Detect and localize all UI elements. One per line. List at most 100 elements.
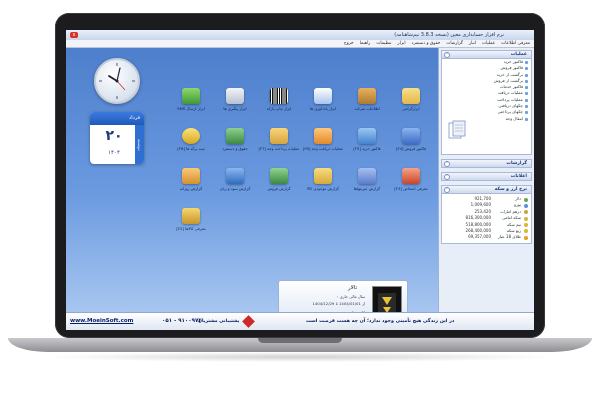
menu-item[interactable]: حقوق و دستمزد	[412, 41, 441, 46]
profit-report-icon	[226, 168, 244, 184]
desktop-shortcut[interactable]: فاکتور فروش [F4]	[390, 128, 432, 162]
payroll-icon	[226, 128, 244, 144]
people-icon	[402, 168, 420, 184]
shortcut-label: اطلاعات شرکت	[354, 106, 380, 111]
menu-item[interactable]: تنظیمات	[376, 41, 391, 46]
documents-icon	[448, 120, 466, 139]
shortcut-label: گزارش چیزمهاها	[353, 186, 381, 191]
desktop-shortcut[interactable]: گزارش موجودی کالا	[302, 168, 344, 202]
coins-icon	[182, 128, 200, 144]
menu-item[interactable]: معرفی اطلاعات	[501, 41, 530, 46]
price-name: طلای 18 عیار	[497, 234, 521, 240]
desktop-shortcut[interactable]: گزارش روزانه	[170, 168, 212, 202]
desktop-shortcut[interactable]: ابزار پیگیری ها	[214, 88, 256, 122]
calendar-year: ۱۴۰۴	[108, 150, 120, 156]
dirham-icon	[524, 210, 528, 215]
app-window: x نرم افزار حسابداری معین (نسخه 3.8.3 نی…	[66, 30, 534, 330]
receive-cash-icon	[314, 128, 332, 144]
shortcut-label: گزارش فروش	[267, 186, 291, 191]
laptop-notch	[258, 338, 342, 343]
operations-title: عملیات	[510, 52, 527, 57]
desktop-shortcut[interactable]: ابزار ارسال SMS	[170, 88, 212, 122]
desktop-shortcut[interactable]: ثبت برگه ها [F8]	[170, 128, 212, 162]
purchase-invoice-icon	[358, 128, 376, 144]
euro-icon	[524, 203, 528, 208]
menu-item[interactable]: انبار	[469, 41, 476, 46]
shortcut-label: گزارش موجودی کالا	[307, 186, 339, 191]
inventory-report-icon	[314, 168, 332, 184]
shortcut-label: عملیات پرداخت وجه [F7]	[258, 146, 300, 151]
desktop-shortcut[interactable]: ابزار چاپ بارکد	[258, 88, 300, 122]
desktop-shortcut[interactable]: معرفی اشخاص [F3]	[390, 168, 432, 202]
reminder-icon	[314, 88, 332, 104]
shortcut-label: ابزار چاپ بارکد	[266, 106, 292, 111]
price-row: طلای 18 عیار 69,357,000	[442, 234, 531, 240]
collapse-icon[interactable]: ˄	[444, 52, 450, 58]
collapse-icon[interactable]: ˄	[444, 187, 450, 193]
shortcut-label: گزارش روزانه	[179, 186, 203, 191]
menu-item[interactable]: ابزار	[398, 41, 406, 46]
products-icon	[182, 208, 200, 224]
right-sidebar: عملیات ˄ فاکتور خرید فاکتور فروش برگشت ا…	[438, 48, 534, 312]
title-bar: x نرم افزار حسابداری معین (نسخه 3.8.3 نی…	[66, 30, 534, 40]
desktop-shortcut[interactable]: ابزارگرامی	[390, 88, 432, 122]
desktop-shortcut[interactable]: ابزار یادداوری ها	[302, 88, 344, 122]
stamp-icon	[358, 88, 376, 104]
dollar-icon	[524, 197, 528, 202]
gold-icon	[524, 235, 528, 240]
calendar-widget: فرداد دوشنبه ۲۰ ۱۴۰۴	[90, 112, 144, 164]
close-button[interactable]: x	[70, 32, 78, 38]
coin-icon	[524, 223, 528, 228]
expand-icon[interactable]: ˅	[444, 161, 450, 167]
shortcut-label: معرفی کالاها [F2]	[176, 226, 206, 231]
desktop-shortcut[interactable]: گزارش فروش	[258, 168, 300, 202]
support-label: پشتیبانی مشتریان	[198, 318, 240, 324]
reports-panel-header[interactable]: گزارشات ˅	[441, 159, 532, 168]
shortcut-label: معرفی اشخاص [F3]	[394, 186, 428, 191]
notes-panel-header[interactable]: اعلانات ˅	[441, 172, 532, 181]
date-to: 1404/12/29	[312, 301, 335, 306]
from-label: از	[362, 301, 365, 306]
date-range: از 1404/01/01 تا 1404/12/29	[312, 301, 365, 306]
shortcut-label: ثبت برگه ها [F8]	[177, 146, 205, 151]
desktop-shortcut[interactable]: حقوق و دستمزد	[214, 128, 256, 162]
website-link[interactable]: www.MoeinSoft.com	[70, 318, 133, 324]
date-from: 1404/01/01	[339, 301, 361, 306]
desktop-shortcut[interactable]: عملیات دریافت وجه [F6]	[302, 128, 344, 162]
price-value: 69,357,000	[468, 234, 491, 240]
shortcut-label: ابزار ارسال SMS	[177, 106, 205, 111]
reports-title: گزارشات	[506, 161, 527, 166]
menu-item[interactable]: راهنما	[360, 41, 371, 46]
prices-panel-header[interactable]: نرخ ارز و سکه ˄	[441, 185, 532, 194]
desktop-shortcut[interactable]: عملیات پرداخت وجه [F7]	[258, 128, 300, 162]
calendar-weekday: دوشنبه	[135, 125, 144, 164]
window-title: نرم افزار حسابداری معین (نسخه 3.8.3 نیم‌…	[394, 32, 504, 38]
desktop-shortcut[interactable]: گزارش چیزمهاها	[346, 168, 388, 202]
operations-panel: فاکتور خرید فاکتور فروش برگشت از خرید بر…	[441, 59, 532, 155]
sms-icon	[182, 88, 200, 104]
shortcut-label: ابزار پیگیری ها	[223, 106, 247, 111]
desktop-shortcut[interactable]: اطلاعات شرکت	[346, 88, 388, 122]
cabinet-icon	[226, 88, 244, 104]
menu-item[interactable]: خروج	[344, 41, 354, 46]
menu-item[interactable]: گزارشات	[446, 41, 463, 46]
fiscal-year-label: سال مالی جاری :	[337, 294, 365, 299]
desktop-shortcut[interactable]: فاکتور خرید [F5]	[346, 128, 388, 162]
shortcut-label: فاکتور فروش [F4]	[395, 146, 427, 151]
prices-title: نرخ ارز و سکه	[494, 187, 527, 192]
sales-invoice-icon	[402, 128, 420, 144]
pay-cash-icon	[270, 128, 288, 144]
operations-panel-header[interactable]: عملیات ˄	[441, 50, 532, 59]
brand-logo-icon	[242, 315, 255, 328]
menu-item[interactable]: عملیات	[482, 41, 495, 46]
desktop-area: فرداد دوشنبه ۲۰ ۱۴۰۴ ابزارگرامی اطلاعات …	[66, 48, 438, 326]
sales-report-icon	[270, 168, 288, 184]
shortcut-label: فاکتور خرید [F5]	[353, 146, 381, 151]
prices-panel: دلار 921,700 یورو 1,009,600 درهم امارات …	[441, 194, 532, 244]
to-label: تا	[335, 301, 338, 306]
shortcut-label: ابزار یادداوری ها	[310, 106, 336, 111]
desktop-shortcut[interactable]: معرفی کالاها [F2]	[170, 208, 212, 242]
notes-title: اعلانات	[510, 174, 527, 179]
expand-icon[interactable]: ˅	[444, 174, 450, 180]
desktop-shortcut[interactable]: گزارش سود و زیان	[214, 168, 256, 202]
